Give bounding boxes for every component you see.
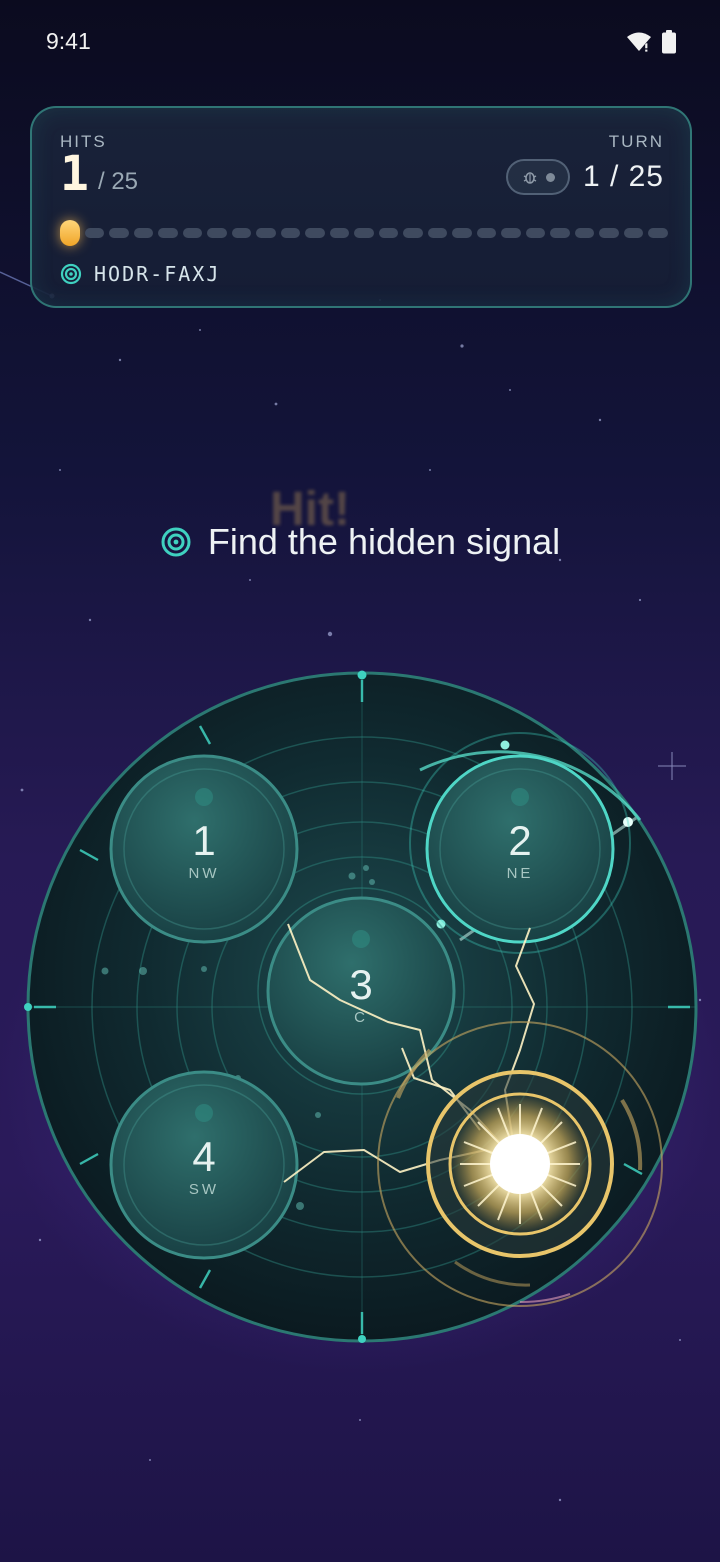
progress-segment — [280, 228, 301, 238]
session-code: HODR-FAXJ — [94, 262, 221, 286]
progress-segment — [133, 228, 154, 238]
west-marker — [24, 1003, 32, 1011]
progress-segment — [231, 228, 252, 238]
progress-segment — [501, 228, 521, 238]
zone-button-sw[interactable]: 4 SW — [109, 1070, 299, 1260]
hits-total: / 25 — [98, 168, 139, 195]
progress-segment — [354, 228, 374, 238]
progress-segment — [574, 228, 595, 238]
progress-segment — [599, 228, 619, 238]
progress-segment — [476, 228, 497, 238]
signal-icon — [60, 263, 82, 285]
progress-segment — [329, 228, 350, 238]
hint-banner: Find the hidden signal — [0, 512, 720, 572]
progress-segment — [305, 228, 325, 238]
progress-segment — [623, 228, 644, 238]
turn-progress-bar — [60, 220, 668, 246]
status-time: 9:41 — [46, 28, 91, 54]
status-bar: 9:41 — [0, 0, 720, 86]
north-marker — [357, 670, 367, 680]
zone-number: 4 — [192, 1133, 215, 1180]
turn-label: TURN — [608, 132, 664, 151]
progress-segment — [109, 228, 129, 238]
progress-segment — [158, 228, 178, 238]
hint-text: Find the hidden signal — [207, 521, 561, 562]
zone-label: NE — [507, 865, 534, 882]
progress-segment — [648, 228, 668, 238]
debug-toggle-knob — [545, 172, 555, 182]
radar-board: 1 NW 2 NE 3 C 4 SW — [24, 670, 698, 1343]
zone-number: 2 — [508, 817, 531, 864]
progress-segment — [256, 228, 276, 238]
progress-segment — [403, 228, 423, 238]
battery-icon — [662, 30, 676, 54]
zone-number: 1 — [192, 817, 215, 864]
turn-counter: 1 / 25 — [582, 160, 664, 193]
zone-button-nw[interactable]: 1 NW — [109, 754, 299, 944]
zone-label: SW — [189, 1181, 219, 1198]
progress-segment — [550, 228, 570, 238]
progress-segment — [427, 228, 448, 238]
progress-segment — [182, 228, 203, 238]
progress-segment — [60, 220, 80, 246]
debug-toggle[interactable] — [506, 159, 570, 195]
south-marker — [358, 1335, 366, 1343]
progress-segment — [207, 228, 227, 238]
target-icon — [161, 527, 191, 557]
progress-segment — [378, 228, 399, 238]
bug-icon — [523, 172, 536, 184]
hits-count: 1 — [60, 146, 89, 202]
progress-segment — [452, 228, 472, 238]
wifi-icon — [627, 32, 651, 52]
progress-segment — [525, 228, 546, 238]
progress-segment — [84, 228, 105, 238]
zone-number: 3 — [349, 961, 372, 1008]
zone-label: NW — [189, 865, 220, 882]
score-panel: HITS 1 / 25 TURN 1 / 25 HODR-FAXJ — [30, 106, 692, 308]
